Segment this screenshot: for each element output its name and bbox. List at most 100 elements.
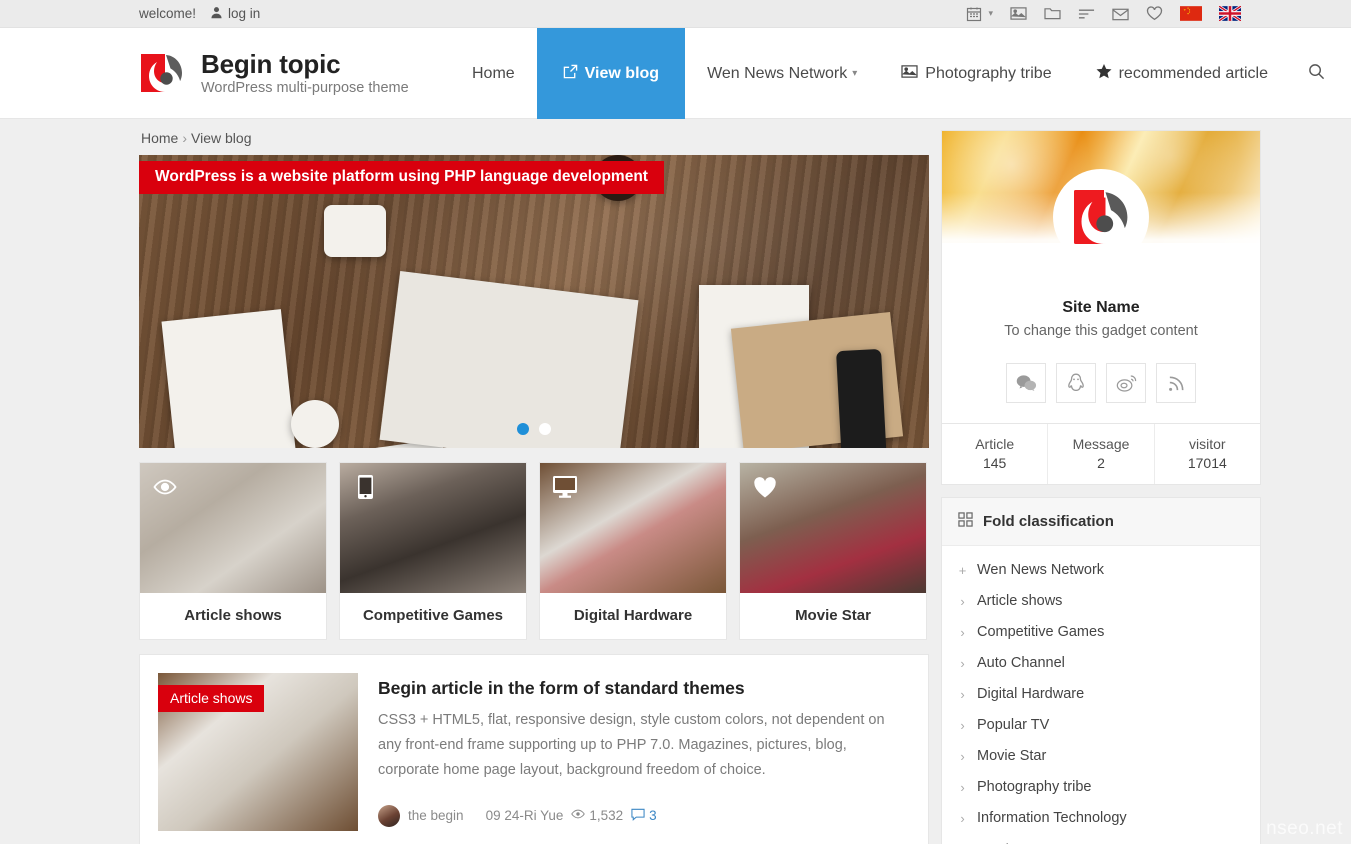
brand-block[interactable]: Begin topic WordPress multi-purpose them…	[139, 28, 409, 118]
nav-item-recommended-article[interactable]: recommended article	[1074, 28, 1290, 119]
category-item-movie-star[interactable]: › Movie Star	[958, 740, 1244, 771]
category-card-article-shows[interactable]: Article shows	[139, 462, 327, 640]
page-shell: welcome! log in ▾ Begin topic WordPress …	[0, 0, 1351, 844]
category-item-auto-channel[interactable]: › Auto Channel	[958, 647, 1244, 678]
post-thumbnail: Article shows	[158, 673, 358, 831]
card-thumbnail	[140, 463, 326, 593]
nav-label-home: Home	[471, 64, 515, 82]
card-label: Movie Star	[795, 607, 871, 624]
post-views: 1,532	[571, 808, 623, 823]
card-label: Digital Hardware	[573, 607, 693, 624]
post-list-item[interactable]: Article shows Begin article in the form …	[139, 654, 929, 844]
breadcrumb-home[interactable]: Home	[141, 130, 178, 146]
external-link-icon	[563, 64, 578, 84]
login-link[interactable]: log in	[210, 6, 260, 22]
category-label: Competitive Games	[977, 624, 1105, 640]
hero-object-phone	[836, 348, 887, 448]
main-column: Home › View blog WordPress is a website pl…	[139, 119, 929, 844]
profile-site-name: Site Name	[1062, 299, 1140, 316]
post-excerpt: CSS3 + HTML5, flat, responsive design, s…	[378, 712, 885, 778]
stat-label: Message	[1072, 436, 1130, 452]
calendar-icon[interactable]	[966, 6, 982, 22]
category-item-information-technology[interactable]: › Information Technology	[958, 802, 1244, 833]
qq-icon[interactable]	[1056, 363, 1096, 403]
sidebar: Site Name To change this gadget content	[941, 119, 1261, 844]
nav-item-photography-tribe[interactable]: Photography tribe	[879, 28, 1073, 119]
categories-widget: Fold classification + Wen News Network ›…	[941, 497, 1261, 844]
category-card-competitive-games[interactable]: Competitive Games	[339, 462, 527, 640]
hero-dots	[517, 423, 551, 435]
card-thumbnail	[740, 463, 926, 593]
category-item-sports-news[interactable]: › sports news	[958, 833, 1244, 844]
search-button[interactable]	[1290, 28, 1351, 119]
category-label: Auto Channel	[977, 655, 1065, 671]
post-comments-count: 3	[649, 808, 657, 824]
chevron-right-icon: ›	[960, 593, 965, 609]
stat-value: 145	[982, 455, 1007, 471]
post-author[interactable]: the begin	[408, 808, 464, 823]
hero-dot-2[interactable]	[539, 423, 551, 435]
site-title: Begin topic	[201, 48, 341, 79]
flag-cn-icon[interactable]	[1180, 6, 1202, 21]
hero-object-notepad	[161, 309, 297, 448]
category-item-popular-tv[interactable]: › Popular TV	[958, 709, 1244, 740]
nav-item-home[interactable]: Home	[450, 28, 537, 119]
category-label: Wen News Network	[977, 562, 1105, 578]
stat-article[interactable]: Article 145	[942, 424, 1047, 484]
folder-icon[interactable]	[1044, 6, 1061, 21]
image-icon[interactable]	[1010, 6, 1027, 21]
category-item-competitive-games[interactable]: › Competitive Games	[958, 616, 1244, 647]
card-label: Competitive Games	[362, 607, 504, 624]
page-body: Home › View blog WordPress is a website pl…	[0, 119, 1351, 844]
topbar-left-group: welcome! log in	[139, 6, 260, 22]
card-thumbnail	[340, 463, 526, 593]
chevron-right-icon: ›	[960, 779, 965, 795]
nav-label-view-blog: View blog	[584, 64, 660, 82]
weibo-icon[interactable]	[1106, 363, 1146, 403]
main-navigation: Home View blog Wen News Network ▾ Photog…	[450, 28, 1351, 119]
hero-object-newspaper	[379, 271, 639, 448]
profile-logo-icon	[1053, 169, 1149, 265]
category-item-wen-news-network[interactable]: + Wen News Network	[958, 554, 1244, 585]
rss-icon[interactable]	[1156, 363, 1196, 403]
flag-uk-icon[interactable]	[1219, 6, 1241, 21]
category-label: Information Technology	[977, 810, 1127, 826]
category-item-photography-tribe[interactable]: › Photography tribe	[958, 771, 1244, 802]
category-label: Digital Hardware	[977, 686, 1085, 702]
hero-slider[interactable]: WordPress is a website platform using PH…	[139, 155, 929, 448]
avatar	[378, 804, 400, 827]
breadcrumb: Home › View blog	[139, 119, 929, 155]
chevron-right-icon: ›	[960, 810, 965, 826]
expand-plus-icon: +	[958, 562, 967, 578]
category-item-digital-hardware[interactable]: › Digital Hardware	[958, 678, 1244, 709]
category-label: Popular TV	[977, 717, 1050, 733]
envelope-icon[interactable]	[1112, 7, 1129, 21]
topbar-right-group: ▾	[966, 6, 1241, 22]
stat-label: Article	[975, 436, 1015, 452]
wechat-icon[interactable]	[1006, 363, 1046, 403]
post-title[interactable]: Begin article in the form of standard th…	[378, 678, 910, 699]
site-header: Begin topic WordPress multi-purpose them…	[0, 28, 1351, 119]
category-card-digital-hardware[interactable]: Digital Hardware	[539, 462, 727, 640]
stat-label: visitor	[1189, 436, 1226, 452]
stat-message[interactable]: Message 2	[1047, 424, 1153, 484]
nav-item-view-blog[interactable]: View blog	[536, 28, 686, 119]
chevron-down-icon[interactable]: ▾	[988, 8, 993, 19]
nav-label-wen-news-network: Wen News Network	[707, 64, 848, 82]
stat-value: 2	[1097, 455, 1105, 471]
eye-icon	[571, 808, 586, 823]
post-category-tag[interactable]: Article shows	[158, 685, 265, 712]
hero-dot-1[interactable]	[517, 423, 529, 435]
post-content: Begin article in the form of standard th…	[378, 673, 910, 829]
profile-widget: Site Name To change this gadget content	[941, 130, 1261, 485]
star-icon	[1096, 63, 1112, 84]
post-comments[interactable]: 3	[631, 808, 657, 824]
stat-visitor[interactable]: visitor 17014	[1153, 424, 1260, 484]
align-left-icon[interactable]	[1078, 7, 1095, 21]
chevron-down-icon: ▾	[852, 68, 858, 79]
category-item-article-shows[interactable]: › Article shows	[958, 585, 1244, 616]
heart-icon[interactable]	[1146, 6, 1163, 21]
category-card-movie-star[interactable]: Movie Star	[739, 462, 927, 640]
nav-item-wen-news-network[interactable]: Wen News Network ▾	[685, 28, 879, 119]
